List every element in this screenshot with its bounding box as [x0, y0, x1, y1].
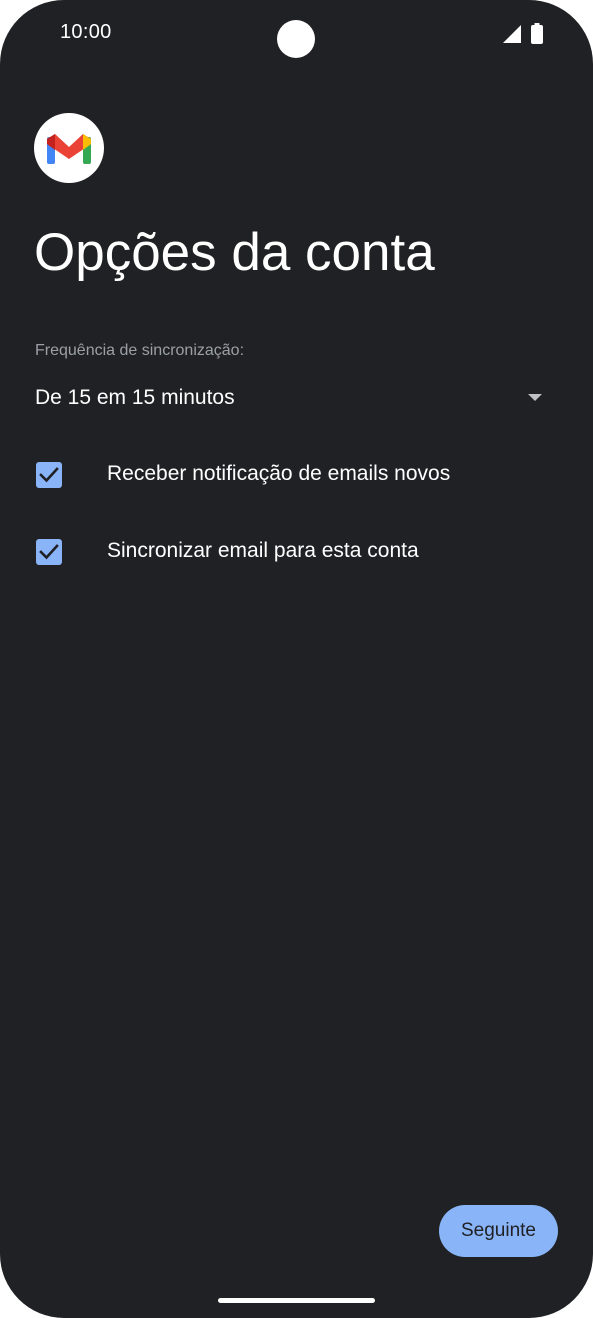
notify-new-emails-checkbox[interactable]: [36, 462, 62, 488]
sync-email-option[interactable]: Sincronizar email para esta conta: [35, 531, 565, 571]
gmail-logo-icon: [34, 113, 104, 183]
sync-frequency-value: De 15 em 15 minutos: [35, 386, 235, 409]
sync-email-checkbox[interactable]: [36, 539, 62, 565]
check-icon: [39, 467, 59, 483]
signal-icon: [503, 25, 521, 43]
sync-email-label: Sincronizar email para esta conta: [107, 539, 419, 562]
battery-icon: [531, 23, 543, 44]
gesture-nav-handle[interactable]: [218, 1298, 375, 1303]
status-time: 10:00: [60, 21, 112, 43]
screen: 10:00 Opções da conta Frequência de sinc…: [0, 0, 593, 1318]
dropdown-arrow-icon: [528, 394, 542, 401]
check-icon: [39, 544, 59, 560]
camera-cutout: [277, 20, 315, 58]
notify-new-emails-option[interactable]: Receber notificação de emails novos: [35, 454, 565, 494]
sync-frequency-dropdown[interactable]: De 15 em 15 minutos: [35, 380, 555, 418]
next-button[interactable]: Seguinte: [439, 1205, 558, 1257]
sync-frequency-label: Frequência de sincronização:: [35, 342, 245, 359]
page-title: Opções da conta: [34, 223, 435, 282]
notify-new-emails-label: Receber notificação de emails novos: [107, 462, 451, 485]
